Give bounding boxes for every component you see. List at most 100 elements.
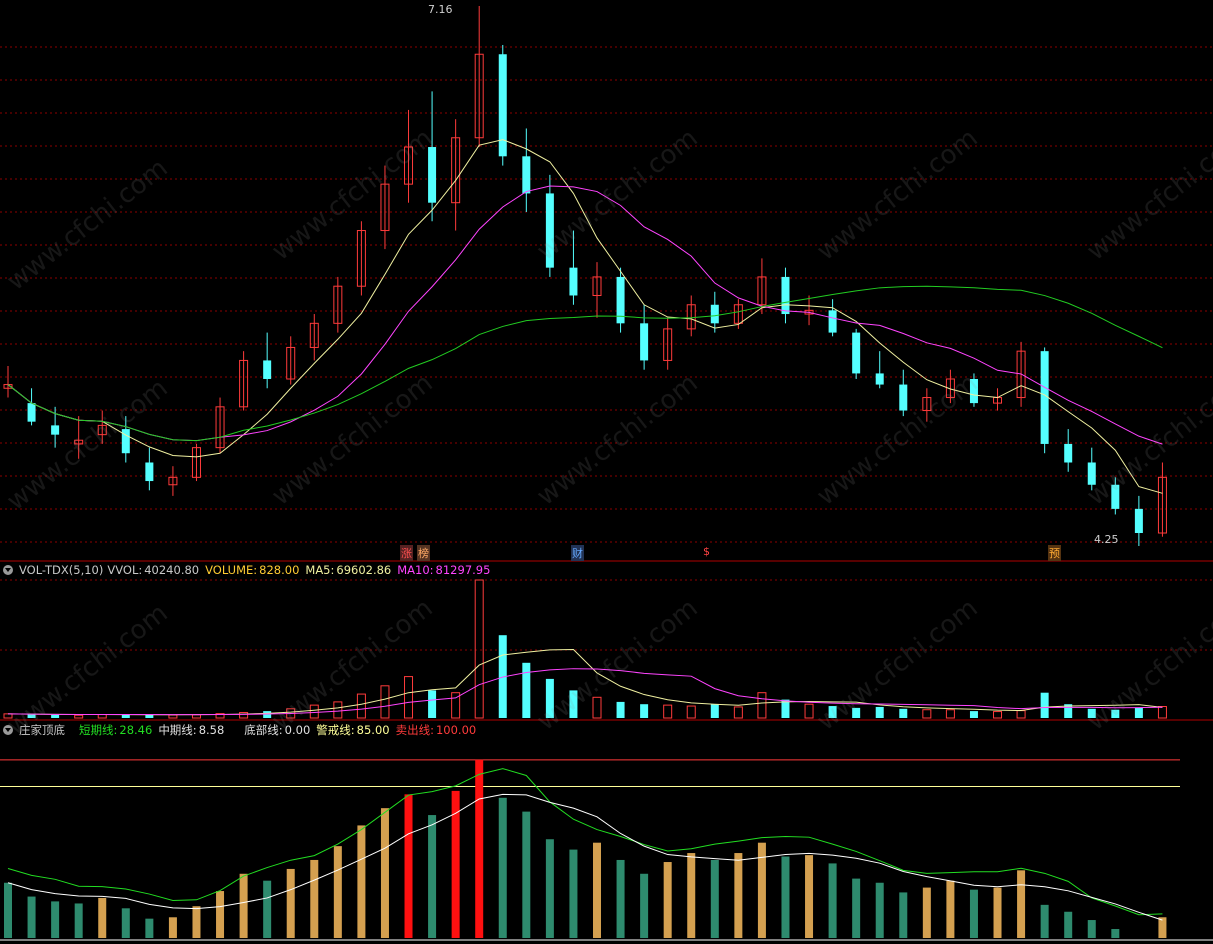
candle-body (1040, 351, 1049, 444)
indicator-bar (121, 908, 130, 938)
indicator-bar (710, 859, 719, 938)
candle-body (899, 384, 908, 411)
volume-bar (945, 709, 955, 719)
candle-body (640, 323, 649, 361)
ma10-value: 81297.95 (435, 563, 491, 577)
mid-line-value: 8.58 (198, 723, 225, 737)
indicator-bar (286, 868, 295, 938)
candle-body (428, 147, 437, 203)
volume-bar (1134, 707, 1143, 718)
volume-bar (97, 714, 107, 719)
indicator-bar (663, 862, 672, 938)
indicator-menu-icon[interactable] (3, 725, 13, 735)
volume-bar (145, 714, 154, 718)
ma10-label: MA10: (397, 563, 434, 577)
indicator-bar (428, 815, 437, 938)
volume-bar (922, 709, 932, 719)
ma5-value: 69602.86 (336, 563, 392, 577)
indicator-bar (263, 880, 272, 938)
event-marker[interactable]: 榜 (417, 545, 430, 561)
indicator-bar (1111, 929, 1120, 938)
indicator-bar (569, 849, 578, 938)
volume-bar (710, 704, 719, 718)
indicator-bar (993, 887, 1002, 938)
volume-indicator-name[interactable]: VOL-TDX(5,10) (19, 563, 103, 577)
indicator-bar (1017, 870, 1026, 938)
volume-bar (1016, 710, 1026, 719)
indicator-bar (1064, 911, 1073, 938)
volume-header: VOL-TDX(5,10) VVOL: 40240.80 VOLUME: 828.00 M… (0, 562, 496, 578)
candle-body (1134, 508, 1143, 534)
indicator-bar (239, 873, 248, 938)
indicator-bar (805, 855, 814, 938)
volume-bar (428, 690, 437, 718)
indicator-bar (1158, 917, 1167, 938)
candle-body (569, 267, 578, 296)
indicator-bar (475, 759, 484, 938)
candle-body (522, 156, 531, 194)
indicator-bar (734, 853, 743, 938)
volume-bar (168, 714, 178, 719)
short-line-value: 28.46 (119, 723, 153, 737)
volume-bar (380, 685, 390, 719)
indicator-bar (192, 906, 201, 938)
indicator-bar (357, 825, 366, 938)
chart-canvas[interactable] (0, 0, 1213, 944)
volume-bar (239, 711, 249, 719)
indicator-bar (4, 882, 12, 938)
volume-bar (74, 714, 84, 719)
indicator-bar (333, 846, 342, 938)
volume-bar (875, 706, 884, 718)
indicator-bar (616, 859, 625, 938)
volume-bar (1040, 692, 1049, 718)
ma5-label: MA5: (305, 563, 335, 577)
candle-body (852, 332, 861, 374)
volume-bar (522, 662, 531, 718)
short-line-label: 短期线: (79, 723, 118, 737)
event-marker[interactable]: 财 (571, 545, 584, 561)
indicator-bar (828, 863, 837, 938)
volume-bar (1157, 706, 1167, 719)
indicator-bar (216, 891, 225, 938)
indicator-bar (380, 808, 389, 938)
low-price-label: 4.25 (1094, 533, 1119, 546)
candle-body (828, 310, 837, 333)
candle-body (51, 425, 60, 435)
event-marker[interactable]: $ (703, 545, 710, 558)
indicator-bar (640, 873, 649, 938)
volume-label: VOLUME: (205, 563, 258, 577)
bottom-line-label: 底部线: (244, 723, 283, 737)
indicator-bar (899, 892, 908, 938)
volume-bar (616, 701, 625, 718)
candle-body (27, 403, 36, 422)
indicator-bar (498, 797, 507, 938)
indicator-bar (922, 887, 931, 938)
stock-chart-window: www.cfchi.com www.cfchi.com www.cfchi.co… (0, 0, 1213, 944)
sell-line-label: 卖出线: (395, 723, 434, 737)
indicator-bar (875, 882, 884, 938)
candle-body (710, 304, 719, 324)
volume-bar (640, 704, 649, 718)
indicator-header: 庄家顶底 短期线: 28.46 中期线: 8.58 底部线: 0.00 警戒线: 85.00 卖出… (0, 722, 482, 738)
volume-value: 828.00 (259, 563, 300, 577)
ma-long-line (7, 285, 1163, 442)
indicator-bar (946, 880, 955, 938)
indicator-bar (852, 878, 861, 938)
indicator-name[interactable]: 庄家顶底 (19, 723, 65, 737)
volume-bar (663, 704, 673, 719)
bottom-line-value: 0.00 (284, 723, 311, 737)
volume-bar (333, 701, 343, 719)
volume-bar (993, 711, 1003, 719)
mid-term-line (7, 793, 1163, 921)
candle-body (1064, 443, 1073, 463)
volume-bar (191, 714, 201, 719)
volume-bar (969, 711, 978, 718)
event-marker[interactable]: 涨 (400, 545, 413, 561)
indicator-bar (522, 811, 531, 938)
indicator-bar (687, 853, 696, 938)
volume-bar (757, 692, 767, 719)
event-marker[interactable]: 预 (1048, 545, 1061, 561)
indicator-bar (593, 842, 601, 938)
indicator-bar (969, 889, 978, 938)
indicator-menu-icon[interactable] (3, 565, 13, 575)
